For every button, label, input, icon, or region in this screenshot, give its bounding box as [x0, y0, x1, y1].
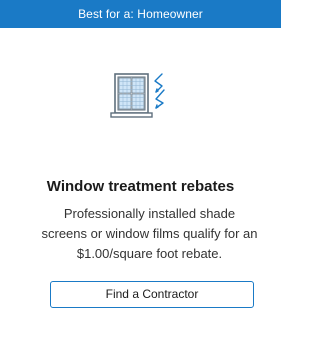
find-contractor-button[interactable]: Find a Contractor: [50, 281, 254, 308]
rebate-card: Best for a: Homeowner Window treatment r…: [0, 0, 281, 344]
card-title: Window treatment rebates: [46, 178, 235, 195]
window-treatment-icon: [109, 73, 165, 118]
card-description: Professionally installed shade screens o…: [41, 206, 258, 261]
audience-banner: Best for a: Homeowner: [0, 0, 281, 28]
illustration: [0, 60, 281, 140]
